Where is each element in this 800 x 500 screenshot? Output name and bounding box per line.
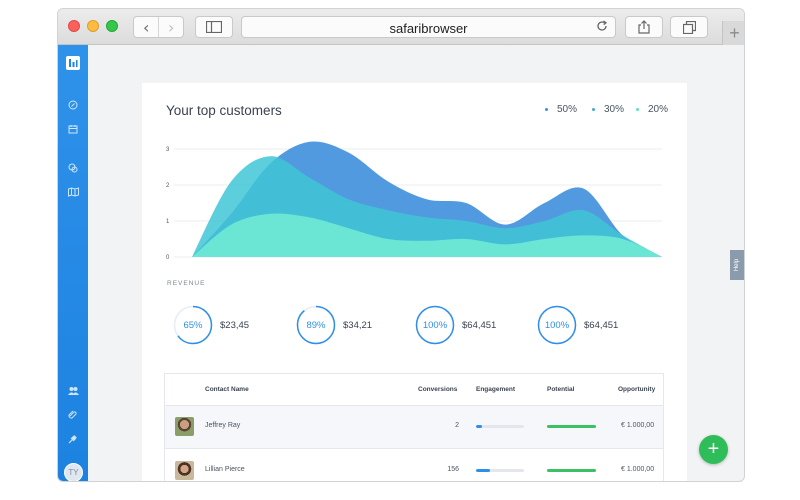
conversions-value: 156	[447, 466, 459, 473]
y-tick-label: 2	[166, 183, 170, 189]
engagement-bar	[476, 469, 524, 472]
customers-table: Contact Name Conversions Engagement Pote…	[164, 373, 664, 481]
progress-ring: 100%	[537, 305, 577, 345]
y-tick-label: 3	[166, 147, 170, 153]
progress-ring: 65%	[173, 305, 213, 345]
revenue-area-chart: 3 2 1 0	[166, 141, 662, 261]
dashboard-logo-icon[interactable]	[65, 55, 81, 71]
kpi-item-2: 89% $34,21	[296, 305, 372, 345]
add-fab-button[interactable]: +	[699, 435, 728, 464]
compass-icon[interactable]	[65, 97, 81, 113]
column-header[interactable]: Opportunity	[618, 386, 655, 393]
table-row[interactable]: Jeffrey Ray 2 € 1.000,00	[165, 406, 663, 449]
sidebar-nav: TY	[58, 45, 88, 481]
engagement-fill	[476, 425, 482, 428]
top-customers-card: Your top customers 50% 30% 20% 3210 REVE…	[142, 83, 687, 481]
column-header[interactable]: Engagement	[476, 386, 515, 393]
column-header[interactable]: Contact Name	[205, 386, 249, 393]
y-tick-label: 0	[166, 255, 170, 261]
map-icon[interactable]	[65, 184, 81, 200]
reload-icon[interactable]	[595, 19, 609, 38]
user-avatar[interactable]: TY	[64, 463, 83, 481]
forward-icon[interactable]: ›	[158, 17, 183, 37]
engagement-bar	[476, 425, 524, 428]
opportunity-value: € 1.000,00	[621, 422, 655, 429]
paperclip-icon[interactable]	[65, 407, 81, 423]
revenue-label: REVENUE	[167, 280, 206, 287]
y-tick-label: 1	[166, 219, 170, 225]
share-icon[interactable]	[625, 16, 663, 38]
kpi-item-4: 100% $64,451	[537, 305, 618, 345]
contact-avatar	[175, 417, 194, 436]
opportunity-value: € 1.000,00	[621, 466, 655, 473]
chat-icon[interactable]	[65, 160, 81, 176]
contact-name[interactable]: Jeffrey Ray	[205, 422, 240, 429]
plug-icon[interactable]	[65, 431, 81, 447]
contact-name[interactable]: Lillian Pierce	[205, 466, 245, 473]
back-icon[interactable]: ‹	[134, 17, 158, 37]
help-label: Help	[734, 258, 740, 272]
progress-ring: 100%	[415, 305, 455, 345]
users-icon[interactable]	[65, 383, 81, 399]
plus-icon: +	[707, 438, 720, 460]
kpi-value: $34,21	[343, 319, 373, 331]
browser-toolbar: ‹ › safaribrowser +	[58, 9, 744, 45]
kpi-percent: 100%	[422, 319, 448, 331]
url-text: safaribrowser	[389, 21, 468, 36]
kpi-value: $64,451	[584, 319, 619, 331]
kpi-percent: 100%	[544, 319, 570, 331]
table-row[interactable]: Lillian Pierce 156 € 1.000,00	[165, 450, 663, 481]
calendar-icon[interactable]	[65, 121, 81, 137]
kpi-percent: 65%	[183, 319, 203, 331]
address-bar[interactable]: safaribrowser	[241, 16, 616, 38]
engagement-fill	[476, 469, 491, 472]
browser-window: ‹ › safaribrowser + TY Your top customer…	[57, 8, 745, 482]
kpi-percent: 89%	[306, 319, 326, 331]
conversions-value: 2	[455, 422, 459, 429]
progress-ring: 89%	[296, 305, 336, 345]
potential-bar	[547, 469, 596, 472]
plus-icon[interactable]: +	[722, 21, 744, 45]
help-tab[interactable]: Help	[730, 250, 744, 280]
column-header[interactable]: Potential	[547, 386, 574, 393]
kpi-item-1: 65% $23,45	[173, 305, 249, 345]
kpi-value: $64,451	[462, 319, 497, 331]
maximize-window-button[interactable]	[106, 20, 118, 32]
close-window-button[interactable]	[68, 20, 80, 32]
tabs-icon[interactable]	[670, 16, 708, 38]
sidebar-icon[interactable]	[195, 16, 233, 38]
history-nav: ‹ ›	[133, 16, 184, 38]
column-header[interactable]: Conversions	[418, 386, 457, 393]
minimize-window-button[interactable]	[87, 20, 99, 32]
kpi-item-3: 100% $64,451	[415, 305, 496, 345]
potential-bar	[547, 425, 596, 428]
kpi-value: $23,45	[220, 319, 250, 331]
table-header: Contact Name Conversions Engagement Pote…	[165, 374, 663, 406]
contact-avatar	[175, 461, 194, 480]
